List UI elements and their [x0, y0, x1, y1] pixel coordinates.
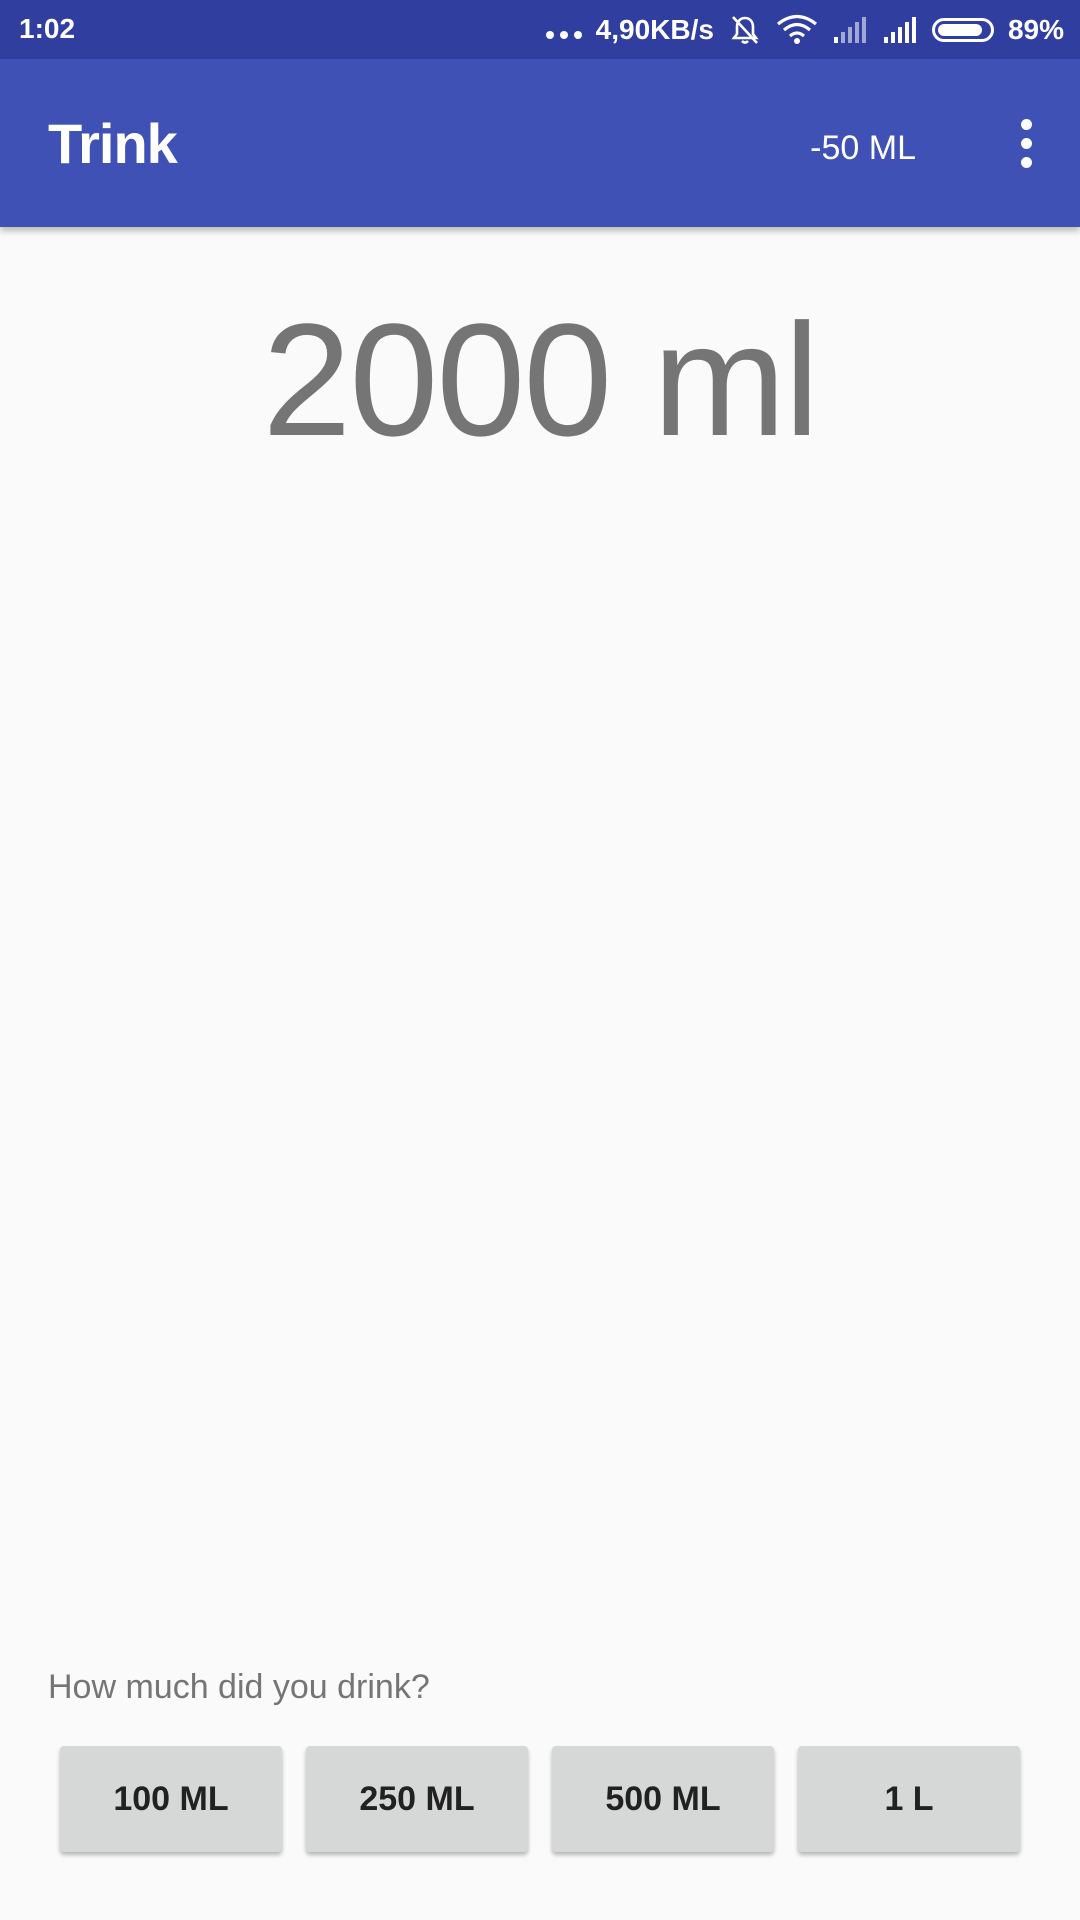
wifi-icon — [776, 13, 818, 47]
add-1-l-button[interactable]: 1 L — [798, 1746, 1020, 1852]
status-time: 1:02 — [19, 13, 76, 44]
add-100-ml-button[interactable]: 100 ML — [60, 1746, 282, 1852]
more-dots-icon — [545, 30, 582, 39]
drink-question: How much did you drink? — [48, 1668, 430, 1706]
battery-level — [937, 23, 983, 36]
app-bar: Trink -50 ML — [0, 59, 1080, 227]
minus-50-ml-button[interactable]: -50 ML — [802, 123, 924, 174]
battery-percent: 89% — [1007, 13, 1064, 45]
network-speed: 4,90KB/s — [595, 13, 714, 45]
signal-icon — [882, 15, 918, 45]
battery-icon — [931, 17, 994, 42]
water-amount: 2000 ml — [262, 290, 819, 469]
more-vert-icon[interactable] — [992, 103, 1060, 183]
add-250-ml-button[interactable]: 250 ML — [306, 1746, 528, 1852]
status-icons: 4,90KB/s 89% — [545, 0, 1064, 59]
add-500-ml-button[interactable]: 500 ML — [552, 1746, 774, 1852]
app-title: Trink — [48, 112, 178, 175]
signal-icon — [832, 15, 868, 45]
screen: 1:02 4,90KB/s 89% Trink -50 ML 2000 ml H… — [0, 0, 1080, 1920]
status-bar: 1:02 4,90KB/s 89% — [0, 0, 1080, 59]
bell-muted-icon — [728, 13, 762, 47]
drink-button-row: 100 ML 250 ML 500 ML 1 L — [60, 1746, 1020, 1852]
